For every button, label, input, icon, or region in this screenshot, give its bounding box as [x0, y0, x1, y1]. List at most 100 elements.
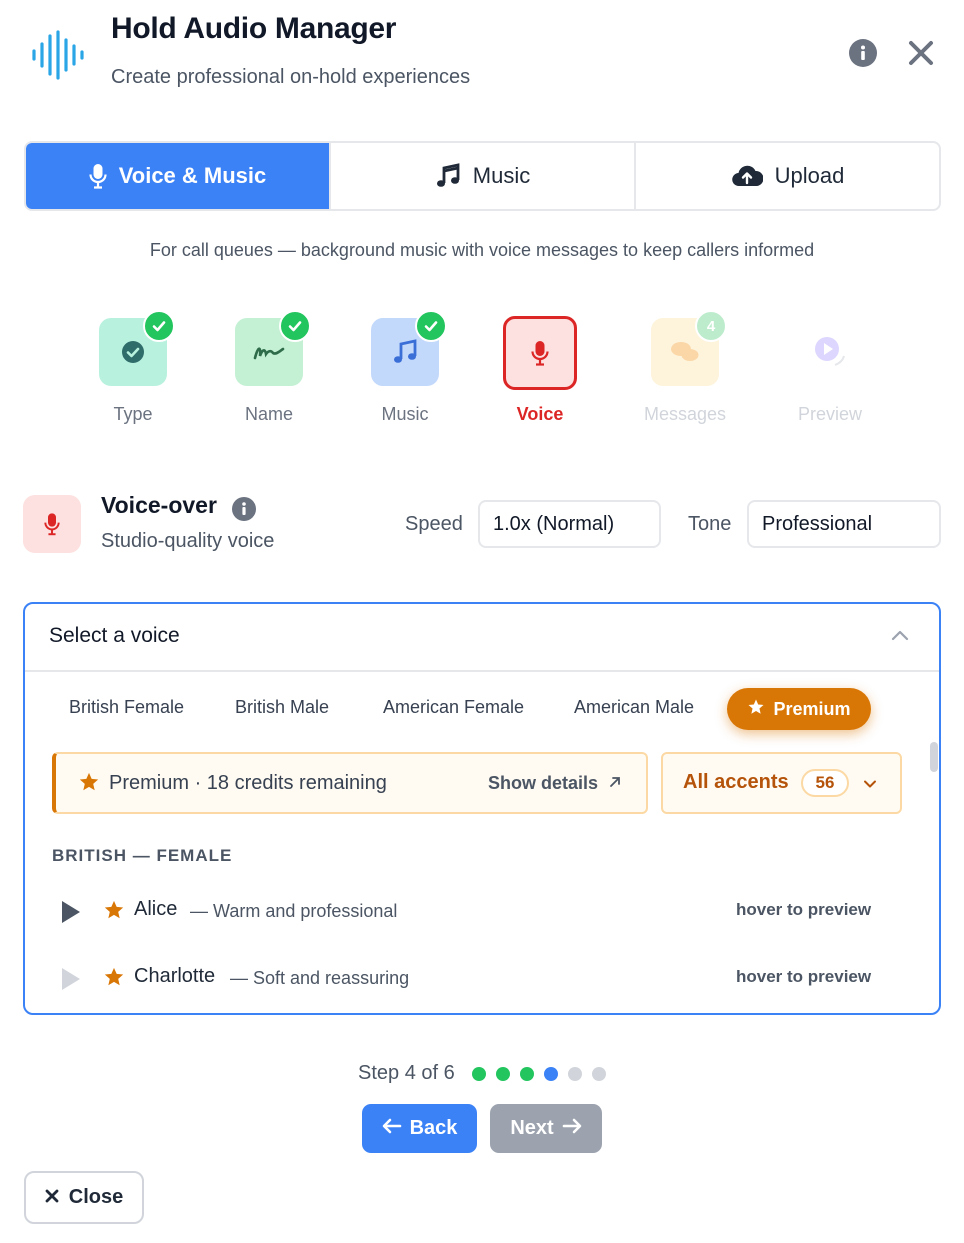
arrow-right-icon [562, 1117, 582, 1140]
voiceover-title: Voice-over [101, 492, 217, 518]
progress-dot [568, 1067, 582, 1081]
step-preview[interactable]: Preview [760, 310, 900, 425]
voice-panel-header[interactable]: Select a voice [25, 604, 939, 672]
signature-icon [235, 310, 311, 386]
tab-label: Upload [774, 163, 845, 188]
tone-value: Professional [762, 512, 873, 535]
premium-label: Premium [773, 698, 851, 719]
progress-dot-current [544, 1067, 558, 1081]
voice-description: — Soft and reassuring [230, 968, 410, 988]
star-icon [103, 899, 125, 926]
chevron-up-icon[interactable] [891, 628, 909, 646]
star-icon [78, 771, 100, 798]
step-label: Music [381, 404, 429, 424]
waveform-icon [30, 30, 88, 80]
play-icon[interactable] [61, 967, 81, 996]
step-progress-dots [472, 1067, 606, 1081]
messages-count-badge: 4 [695, 310, 727, 342]
mode-tabs: Voice & Music Music Upload [24, 141, 941, 211]
accents-dropdown[interactable]: All accents 56 [661, 752, 902, 814]
step-type-icon [99, 310, 175, 386]
microphone-icon [503, 316, 577, 390]
app-subtitle: Create professional on-hold experiences [111, 66, 471, 88]
voice-selector-panel: Select a voice British Female British Ma… [23, 602, 941, 1015]
step-label: Messages [643, 404, 727, 424]
filter-american-male[interactable]: American Male [574, 697, 694, 718]
arrow-left-icon [382, 1117, 402, 1140]
step-label: Name [244, 404, 293, 424]
step-type[interactable]: Type [63, 310, 203, 425]
star-icon [103, 966, 125, 993]
tab-voice-music[interactable]: Voice & Music [26, 143, 331, 209]
tab-label: Music [472, 163, 531, 188]
voice-name: Charlotte [134, 965, 216, 987]
voice-row[interactable]: Charlotte — Soft and reassuring hover to… [25, 951, 939, 1007]
progress-dot [496, 1067, 510, 1081]
show-details-label: Show details [488, 773, 599, 793]
back-button[interactable]: Back [362, 1104, 477, 1153]
filter-premium[interactable]: Premium [727, 688, 871, 730]
chevron-down-icon [863, 776, 877, 794]
wizard-steps: Type Name Music Voice 4 Messages Preview [0, 310, 964, 440]
step-messages[interactable]: 4 Messages [615, 310, 755, 425]
step-name[interactable]: Name [199, 310, 339, 425]
speed-label: Speed [405, 513, 463, 535]
tab-upload[interactable]: Upload [636, 143, 939, 209]
info-icon[interactable] [232, 497, 256, 521]
cloud-upload-icon [731, 164, 763, 188]
filter-american-female[interactable]: American Female [383, 697, 524, 718]
tab-label: Voice & Music [118, 163, 267, 188]
check-icon [143, 310, 175, 342]
voice-name: Alice [134, 898, 178, 920]
app-title: Hold Audio Manager [111, 12, 397, 45]
show-details-link[interactable]: Show details [488, 773, 622, 794]
microphone-icon [23, 495, 81, 553]
scrollbar-thumb[interactable] [930, 742, 938, 772]
mode-description: For call queues — background music with … [149, 240, 815, 260]
step-label: Type [113, 404, 153, 424]
step-music[interactable]: Music [335, 310, 475, 425]
filter-british-male[interactable]: British Male [235, 697, 329, 718]
tab-music[interactable]: Music [331, 143, 636, 209]
voiceover-subtitle: Studio-quality voice [101, 530, 275, 552]
close-label: Close [68, 1186, 124, 1208]
microphone-icon [89, 163, 107, 189]
step-progress-text: Step 4 of 6 [358, 1062, 455, 1084]
play-icon[interactable] [61, 900, 81, 929]
close-button[interactable]: Close [24, 1171, 144, 1224]
check-icon [415, 310, 447, 342]
preview-hint: hover to preview [736, 967, 872, 986]
next-button[interactable]: Next [490, 1104, 602, 1153]
premium-credits-banner: Premium · 18 credits remaining Show deta… [52, 752, 648, 814]
voice-row[interactable]: Alice — Warm and professional hover to p… [25, 884, 939, 940]
back-label: Back [409, 1117, 458, 1139]
star-icon [747, 698, 765, 721]
header: Hold Audio Manager Create professional o… [0, 0, 964, 110]
step-label: Preview [797, 404, 863, 424]
music-note-icon [435, 163, 461, 189]
play-circle-icon [796, 318, 864, 386]
progress-dot [520, 1067, 534, 1081]
next-label: Next [510, 1117, 554, 1139]
speed-value: 1.0x (Normal) [493, 512, 615, 535]
step-label: Voice [516, 404, 564, 424]
tone-select[interactable]: Professional [747, 500, 941, 548]
tone-label: Tone [688, 513, 732, 535]
preview-hint: hover to preview [736, 900, 872, 919]
speed-select[interactable]: 1.0x (Normal) [478, 500, 661, 548]
arrow-up-right-icon [608, 773, 622, 794]
close-icon [45, 1186, 59, 1209]
accents-count-badge: 56 [801, 769, 849, 797]
music-note-icon [371, 310, 447, 386]
progress-dot [472, 1067, 486, 1081]
voice-panel-title: Select a voice [49, 624, 180, 647]
check-icon [279, 310, 311, 342]
info-icon[interactable] [849, 39, 877, 67]
chat-bubbles-icon: 4 [651, 310, 727, 386]
accents-label: All accents [683, 771, 789, 793]
step-voice[interactable]: Voice [470, 310, 610, 425]
close-icon[interactable] [905, 37, 937, 69]
filter-british-female[interactable]: British Female [69, 697, 184, 718]
credits-text: Premium · 18 credits remaining [109, 772, 387, 794]
voice-group-heading: BRITISH — FEMALE [52, 846, 233, 865]
